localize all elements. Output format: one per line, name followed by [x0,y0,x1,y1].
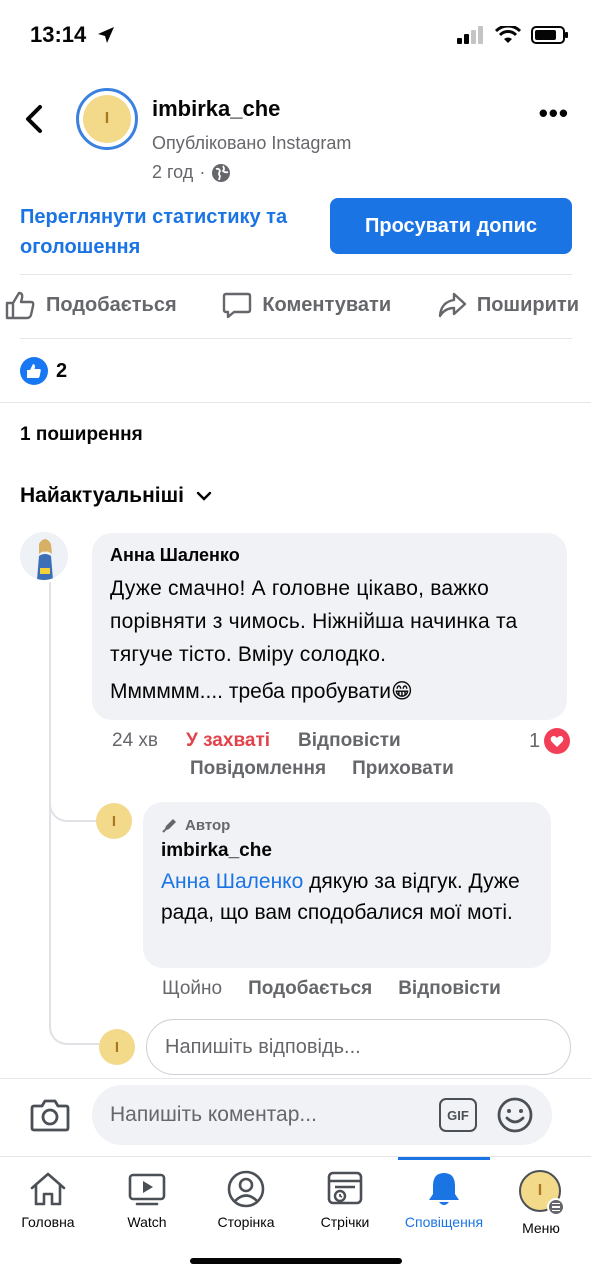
sort-label: Найактуальніші [20,484,184,507]
wifi-icon [495,26,521,43]
pencil-mic-icon [162,819,176,833]
reply-author[interactable]: imbirka_che [161,840,533,862]
camera-icon[interactable] [30,1097,70,1133]
tab-home-label: Головна [21,1214,75,1230]
bell-icon [429,1173,459,1205]
comment-reply-button[interactable]: Відповісти [298,730,401,752]
watch-icon [128,1173,166,1206]
comment-text-2-content: Мммммм.... треба пробувати [110,680,391,703]
like-label: Подобається [46,293,177,316]
comment-reaction-button[interactable]: У захваті [186,730,270,752]
comment-text: Дуже смачно! А головне цікаво, важко пор… [110,577,518,666]
author-badge-label: Автор [185,816,231,834]
gif-button[interactable]: GIF [439,1098,477,1132]
reply-like-button[interactable]: Подобається [248,978,372,1000]
divider [20,274,572,275]
status-icons [457,26,569,44]
tab-menu[interactable]: I Меню [495,1170,587,1236]
commenter-avatar[interactable] [20,532,68,580]
like-count: 2 [56,359,68,382]
reaction-summary[interactable]: 2 [20,357,67,385]
avatar-letter: I [83,95,131,143]
thread-branch [49,1010,99,1045]
hide-button[interactable]: Приховати [352,758,454,780]
active-tab-indicator [398,1157,490,1160]
page-avatar[interactable]: I [76,88,138,150]
comment-icon [223,292,252,319]
post-time-label: 2 год [152,162,194,182]
divider [0,402,591,403]
comment-reaction-count[interactable]: 1 [529,728,571,754]
battery-icon [531,26,568,44]
divider [20,338,572,339]
hamburger-icon [547,1198,565,1216]
home-indicator [190,1258,402,1264]
comment-text-2: Мммммм.... треба пробувати😁 [110,679,549,704]
emoji-icon[interactable] [497,1097,533,1133]
signal-icon [457,26,483,44]
thumbs-up-icon [5,291,35,320]
globe-icon [212,163,231,182]
share-button[interactable]: Поширити [437,290,579,320]
promote-button[interactable]: Просувати допис [330,198,572,254]
tab-home[interactable]: Головна [2,1170,94,1230]
comment-bubble[interactable]: Анна Шаленко Дуже смачно! А головне ціка… [92,533,567,720]
share-label: Поширити [476,293,579,316]
more-options-icon[interactable]: ••• [539,100,569,126]
location-arrow-icon [98,27,114,43]
heart-icon [544,728,571,754]
post-actions: Подобається Коментувати Поширити [4,290,579,320]
like-button[interactable]: Подобається [4,290,177,320]
tab-feeds-label: Стрічки [320,1214,370,1230]
reaction-count-number: 1 [529,729,541,752]
post-time: 2 год · [152,162,231,183]
tab-watch[interactable]: Watch [101,1170,193,1230]
mention-link[interactable]: Анна Шаленко [161,870,303,893]
status-time: 13:14 [30,22,87,47]
back-chevron-icon[interactable] [22,104,46,134]
comment-meta: 24 хв У захваті Відповісти [112,730,401,752]
tab-notifications-label: Сповіщення [404,1214,484,1230]
author-badge: Автор [161,816,533,834]
like-reaction-icon [20,357,48,385]
comment-sort-dropdown[interactable]: Найактуальніші [20,484,212,508]
reply-bubble[interactable]: Автор imbirka_che Анна Шаленко дякую за … [143,802,551,968]
message-button[interactable]: Повідомлення [190,758,326,780]
reply-reply-button[interactable]: Відповісти [398,978,501,1000]
my-avatar: I [99,1029,135,1065]
reply-meta: Щойно Подобається Відповісти [162,978,501,1000]
page-icon [227,1170,265,1208]
page-name[interactable]: imbirka_che [152,96,280,122]
tab-page[interactable]: Сторінка [200,1170,292,1230]
home-icon [30,1172,66,1206]
feeds-icon [327,1171,363,1205]
reply-input[interactable]: Напишіть відповідь... [146,1019,571,1075]
chevron-down-icon [196,491,212,501]
comment-author[interactable]: Анна Шаленко [110,545,549,566]
thread-branch [49,790,99,822]
comment-label: Коментувати [262,293,392,316]
tab-menu-label: Меню [522,1220,560,1236]
tab-feeds[interactable]: Стрічки [299,1170,391,1230]
comment-button[interactable]: Коментувати [222,290,391,320]
reply-text: Анна Шаленко дякую за відгук. Дуже рада,… [161,866,533,928]
share-count[interactable]: 1 поширення [20,424,143,446]
tab-notifications[interactable]: Сповіщення [398,1170,490,1230]
reply-author-avatar[interactable]: I [96,803,132,839]
post-source: Опубліковано Instagram [152,133,352,153]
reply-time: Щойно [162,978,223,999]
menu-avatar: I [519,1170,565,1216]
view-stats-link[interactable]: Переглянути статистику та оголошення [20,202,320,262]
share-icon [438,292,467,318]
tab-page-label: Сторінка [217,1214,275,1230]
tab-watch-label: Watch [127,1214,167,1230]
comment-time: 24 хв [112,730,159,751]
comment-meta-2: Повідомлення Приховати [190,758,454,780]
grin-emoji: 😁 [390,680,413,703]
separator-dot: · [199,162,206,182]
comment-input[interactable]: Напишіть коментар... [92,1085,552,1145]
